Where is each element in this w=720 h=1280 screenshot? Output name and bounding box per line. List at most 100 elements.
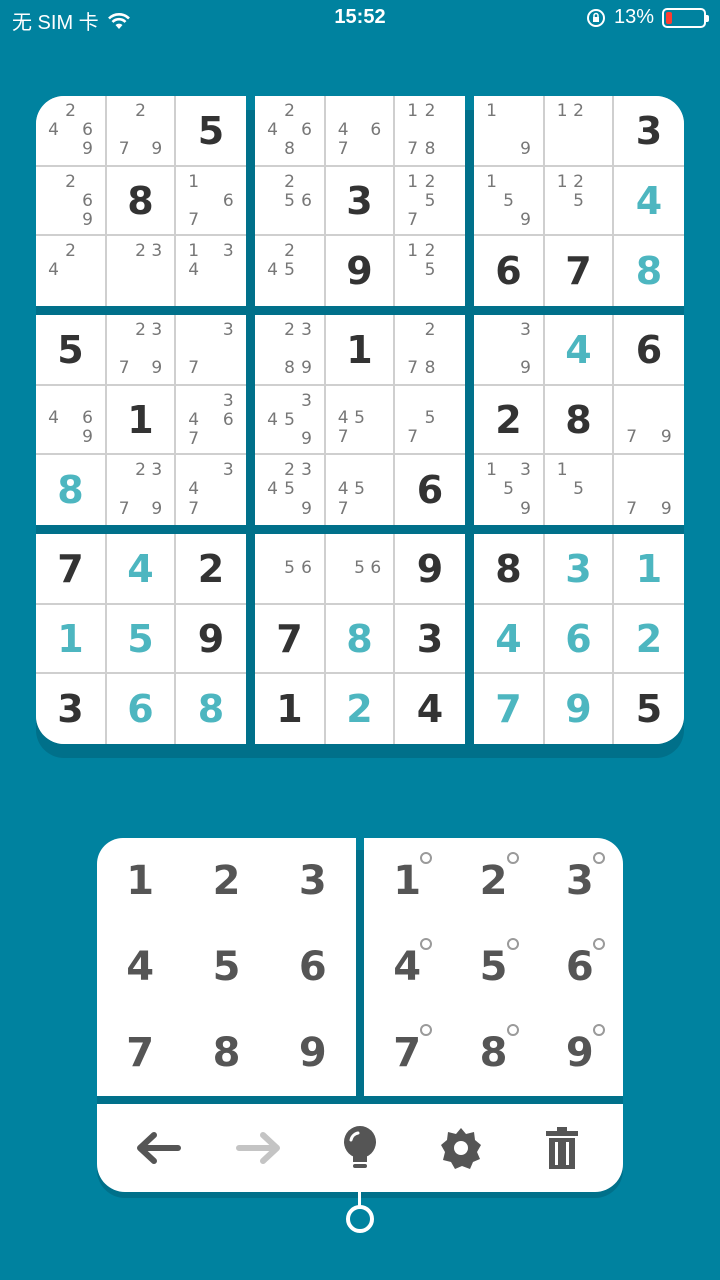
sudoku-cell[interactable]: 4 — [545, 315, 612, 384]
note-digit-key[interactable]: 2 — [450, 838, 536, 924]
sudoku-cell[interactable]: 9 — [176, 605, 246, 672]
sudoku-cell[interactable]: 5 — [614, 674, 684, 744]
sudoku-cell[interactable]: 457 — [326, 386, 393, 453]
sudoku-cell[interactable]: 1 6 7 — [176, 167, 246, 234]
sudoku-cell[interactable]: 4 — [395, 674, 465, 744]
digit-key[interactable]: 4 — [97, 924, 183, 1010]
sudoku-cell[interactable]: 8 — [474, 534, 543, 603]
sudoku-cell[interactable]: 1 359 — [474, 455, 543, 525]
sudoku-cell[interactable]: 269 — [36, 167, 105, 234]
note-digit-key[interactable]: 4 — [364, 924, 450, 1010]
note-digit-key[interactable]: 8 — [450, 1010, 536, 1096]
sudoku-cell[interactable]: 278 — [395, 315, 465, 384]
sudoku-cell[interactable]: 1 3 4 — [176, 236, 246, 306]
sudoku-cell[interactable]: 7 — [255, 605, 324, 672]
sudoku-cell[interactable]: 125 — [395, 236, 465, 306]
sudoku-cell[interactable]: 6 — [545, 605, 612, 672]
sudoku-cell[interactable]: 7 — [474, 674, 543, 744]
sudoku-cell[interactable]: 3 — [36, 674, 105, 744]
sudoku-cell[interactable]: 3 — [614, 96, 684, 165]
sudoku-cell[interactable]: 39 — [474, 315, 543, 384]
sudoku-cell[interactable]: 3 — [545, 534, 612, 603]
sudoku-cell[interactable]: 37 — [176, 315, 246, 384]
sudoku-cell[interactable]: 8 — [107, 167, 174, 234]
digit-key[interactable]: 9 — [270, 1010, 356, 1096]
sudoku-cell[interactable]: 2 — [176, 534, 246, 603]
sudoku-cell[interactable]: 4 — [614, 167, 684, 234]
redo-button[interactable] — [227, 1116, 291, 1180]
sudoku-cell[interactable]: 457 — [326, 455, 393, 525]
sudoku-cell[interactable]: 4 6 7 — [326, 96, 393, 165]
note-digit-key[interactable]: 1 — [364, 838, 450, 924]
sudoku-cell[interactable]: 2379 — [107, 315, 174, 384]
digit-key[interactable]: 3 — [270, 838, 356, 924]
digit-key[interactable]: 7 — [97, 1010, 183, 1096]
sudoku-cell[interactable]: 8 — [326, 605, 393, 672]
sudoku-cell[interactable]: 57 — [395, 386, 465, 453]
sudoku-cell[interactable]: 9 — [545, 674, 612, 744]
sudoku-cell[interactable]: 4 69 — [36, 386, 105, 453]
sudoku-cell[interactable]: 9 — [395, 534, 465, 603]
sudoku-cell[interactable]: 56 — [255, 534, 324, 603]
sudoku-cell[interactable]: 79 — [614, 455, 684, 525]
sudoku-cell[interactable]: 24 68 — [255, 96, 324, 165]
sudoku-cell[interactable]: 9 — [326, 236, 393, 306]
note-digit-key[interactable]: 7 — [364, 1010, 450, 1096]
sudoku-cell[interactable]: 1257 — [395, 167, 465, 234]
sudoku-cell[interactable]: 1278 — [395, 96, 465, 165]
sudoku-cell[interactable]: 12 — [545, 96, 612, 165]
sudoku-cell[interactable]: 8 — [614, 236, 684, 306]
settings-button[interactable] — [429, 1116, 493, 1180]
sudoku-cell[interactable]: 4 — [474, 605, 543, 672]
sudoku-cell[interactable]: 27 9 — [107, 96, 174, 165]
sudoku-cell[interactable]: 6 — [614, 315, 684, 384]
sudoku-cell[interactable]: 3 — [326, 167, 393, 234]
sudoku-cell[interactable]: 125 — [545, 167, 612, 234]
sudoku-cell[interactable]: 2389 — [255, 315, 324, 384]
digit-key[interactable]: 2 — [183, 838, 269, 924]
sudoku-cell[interactable]: 3 459 — [255, 386, 324, 453]
sudoku-cell[interactable]: 2379 — [107, 455, 174, 525]
sudoku-cell[interactable]: 8 — [545, 386, 612, 453]
sudoku-cell[interactable]: 3 47 — [176, 455, 246, 525]
sudoku-cell[interactable]: 8 — [176, 674, 246, 744]
sudoku-cell[interactable]: 256 — [255, 167, 324, 234]
sudoku-cell[interactable]: 23 — [107, 236, 174, 306]
sudoku-cell[interactable]: 5 — [107, 605, 174, 672]
sudoku-cell[interactable]: 1 — [614, 534, 684, 603]
sudoku-cell[interactable]: 4 — [107, 534, 174, 603]
sudoku-cell[interactable]: 159 — [474, 167, 543, 234]
sudoku-cell[interactable]: 8 — [36, 455, 105, 525]
note-digit-key[interactable]: 5 — [450, 924, 536, 1010]
sudoku-cell[interactable]: 79 — [614, 386, 684, 453]
digit-key[interactable]: 5 — [183, 924, 269, 1010]
digit-key[interactable]: 8 — [183, 1010, 269, 1096]
sudoku-cell[interactable]: 24 — [36, 236, 105, 306]
sudoku-cell[interactable]: 24 69 — [36, 96, 105, 165]
sudoku-cell[interactable]: 5 — [176, 96, 246, 165]
hint-button[interactable] — [328, 1116, 392, 1180]
undo-button[interactable] — [126, 1116, 190, 1180]
sudoku-cell[interactable]: 1 — [255, 674, 324, 744]
sudoku-cell[interactable]: 7 — [545, 236, 612, 306]
sudoku-cell[interactable]: 23 459 — [255, 455, 324, 525]
sudoku-cell[interactable]: 2 — [326, 674, 393, 744]
delete-button[interactable] — [530, 1116, 594, 1180]
digit-key[interactable]: 1 — [97, 838, 183, 924]
sudoku-cell[interactable]: 7 — [36, 534, 105, 603]
sudoku-cell[interactable]: 245 — [255, 236, 324, 306]
sudoku-cell[interactable]: 5 — [36, 315, 105, 384]
note-digit-key[interactable]: 3 — [537, 838, 623, 924]
sudoku-cell[interactable]: 6 — [474, 236, 543, 306]
note-digit-key[interactable]: 9 — [537, 1010, 623, 1096]
sudoku-cell[interactable]: 3 — [395, 605, 465, 672]
sudoku-cell[interactable]: 56 — [326, 534, 393, 603]
sudoku-cell[interactable]: 1 — [107, 386, 174, 453]
sudoku-cell[interactable]: 6 — [395, 455, 465, 525]
sudoku-cell[interactable]: 3 4 6 7 — [176, 386, 246, 453]
sudoku-cell[interactable]: 2 — [614, 605, 684, 672]
digit-key[interactable]: 6 — [270, 924, 356, 1010]
sudoku-cell[interactable]: 1 — [36, 605, 105, 672]
pull-handle[interactable] — [346, 1205, 374, 1233]
sudoku-cell[interactable]: 6 — [107, 674, 174, 744]
